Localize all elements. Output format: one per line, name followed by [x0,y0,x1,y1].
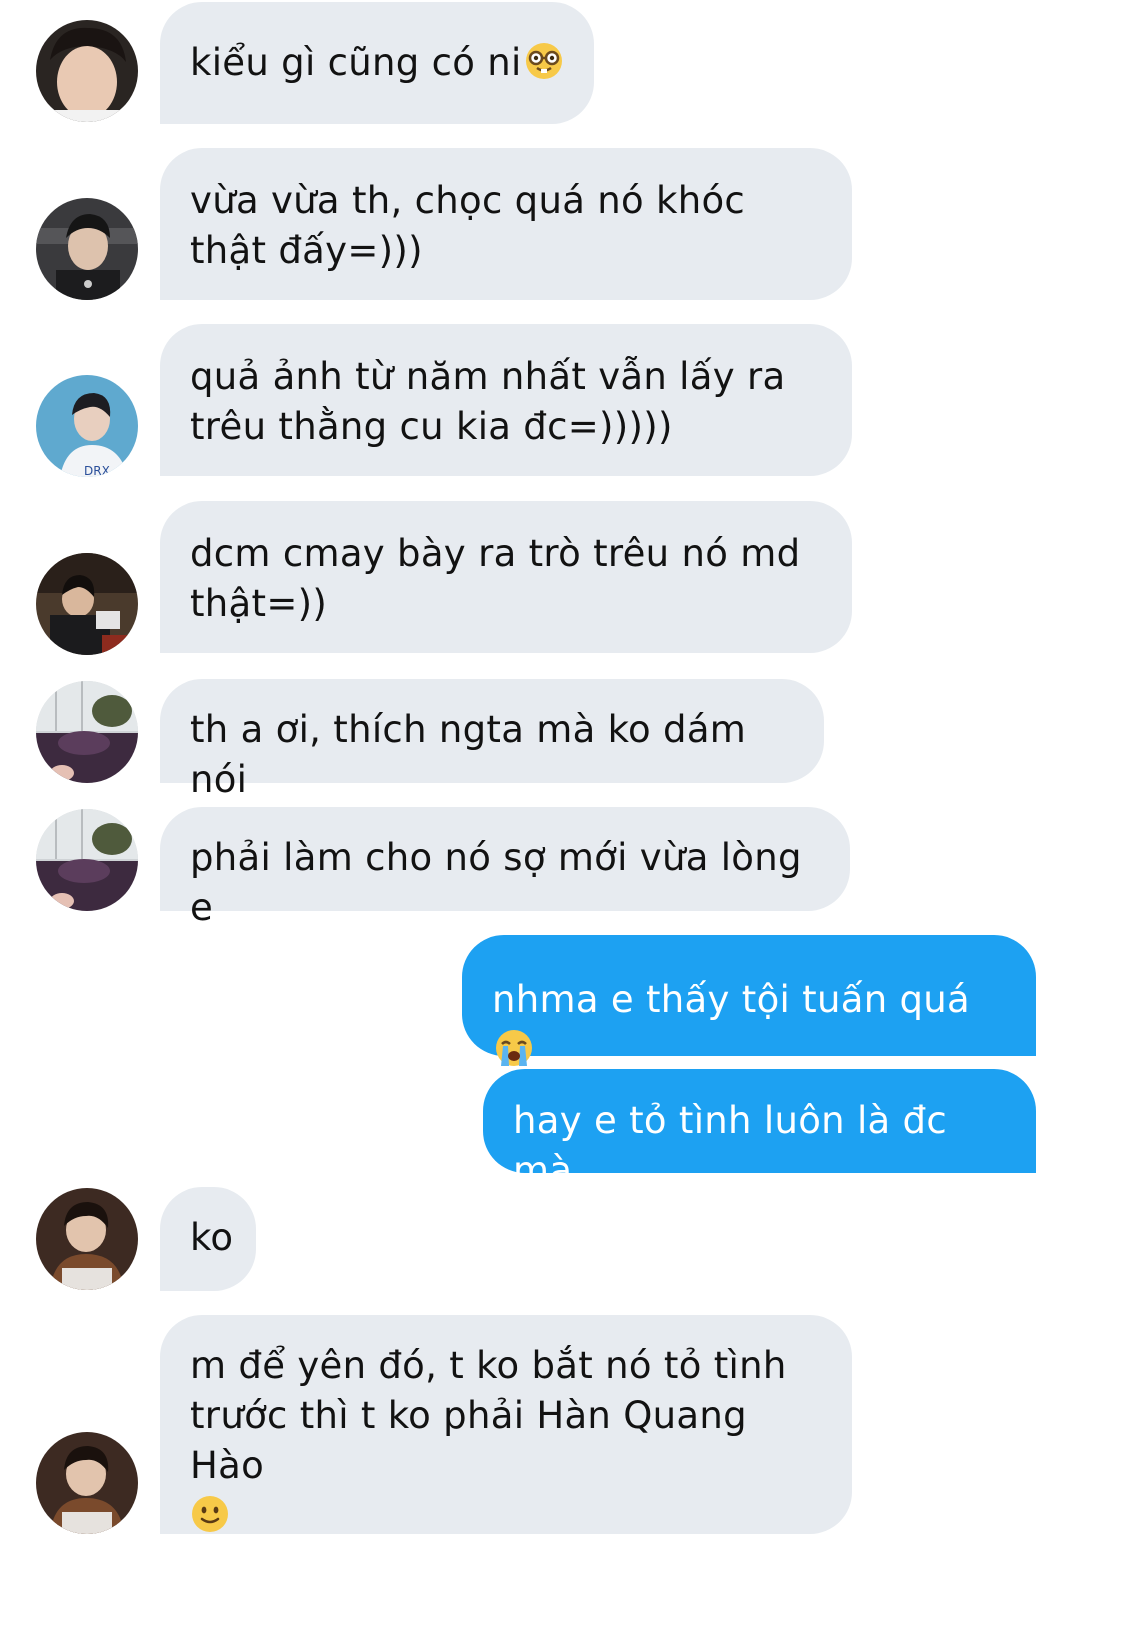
message-bubble-outgoing[interactable]: nhma e thấy tội tuấn quá [462,935,1036,1066]
avatar-image [36,1432,138,1534]
svg-text:DRX: DRX [84,464,110,477]
message-bubble[interactable]: kiểu gì cũng có ni [160,2,594,124]
message-bubble[interactable]: m để yên đó, t ko bắt nó tỏ tình trước t… [160,1315,852,1534]
loudly-crying-face-icon [494,1028,534,1068]
message-bubble[interactable]: quả ảnh từ năm nhất vẫn lấy ra trêu thằn… [160,324,852,476]
avatar[interactable] [36,1188,138,1290]
nerd-face-icon [524,41,564,81]
message-bubble[interactable]: th a ơi, thích ngta mà ko dám nói [160,679,824,801]
message-text: dcm cmay bày ra trò trêu nó md thật=)) [190,532,801,625]
avatar-image [36,1188,138,1290]
avatar[interactable] [36,681,138,783]
message-bubble-outgoing[interactable]: hay e tỏ tình luôn là đc mà [483,1069,1036,1192]
message-text: nhma e thấy tội tuấn quá [492,978,971,1021]
avatar[interactable] [36,20,138,122]
avatar-image [36,809,138,911]
message-text: phải làm cho nó sợ mới vừa lòng e [190,836,802,929]
message-text: quả ảnh từ năm nhất vẫn lấy ra trêu thằn… [190,355,786,448]
message-bubble[interactable]: ko [160,1187,256,1291]
message-text: hay e tỏ tình luôn là đc mà [513,1099,947,1192]
avatar[interactable]: DRX [36,375,138,477]
avatar[interactable] [36,809,138,911]
avatar-image [36,198,138,300]
avatar[interactable] [36,1432,138,1534]
avatar-image [36,553,138,655]
avatar-image [36,681,138,783]
message-bubble[interactable]: vừa vừa th, chọc quá nó khóc thật đấy=))… [160,148,852,300]
avatar[interactable] [36,198,138,300]
message-text: kiểu gì cũng có ni [190,41,522,84]
slightly-smiling-face-icon [190,1494,230,1534]
message-text: vừa vừa th, chọc quá nó khóc thật đấy=))… [190,179,746,272]
avatar[interactable] [36,553,138,655]
message-bubble[interactable]: phải làm cho nó sợ mới vừa lòng e [160,807,850,929]
message-text: th a ơi, thích ngta mà ko dám nói [190,708,747,801]
avatar-image [36,20,138,122]
message-bubble[interactable]: dcm cmay bày ra trò trêu nó md thật=)) [160,501,852,653]
message-text: ko [190,1216,234,1259]
avatar-image: DRX [36,375,138,477]
message-text: m để yên đó, t ko bắt nó tỏ tình trước t… [190,1344,787,1487]
